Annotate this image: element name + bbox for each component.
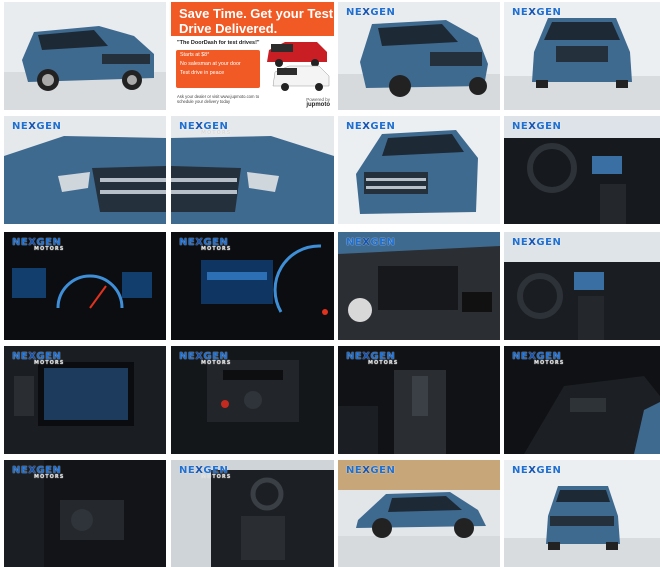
car-photo-image — [504, 2, 660, 110]
nexgen-logo: NEXGEN — [512, 7, 562, 18]
nexgen-logo: NEXGEN — [12, 121, 62, 132]
nexgen-logo: NEXGEN MOTORS — [12, 465, 65, 480]
nexgen-logo: NEXGEN MOTORS — [179, 121, 232, 136]
truck-image — [267, 42, 330, 91]
nexgen-logo: NEXGEN MOTORS — [512, 351, 565, 366]
nexgen-logo: NEXGEN — [512, 121, 562, 132]
nexgen-logo: NEXGEN — [346, 237, 396, 248]
nexgen-logo: NEXGEN — [346, 121, 396, 132]
car-photo-image — [338, 2, 500, 110]
photo-center-console[interactable]: NEXGEN MOTORS — [171, 346, 334, 454]
photo-infotainment-screen[interactable]: NEXGEN MOTORS — [4, 346, 166, 454]
photo-front-angle[interactable]: NEXGEN — [338, 2, 500, 110]
car-photo-image — [338, 116, 500, 224]
nexgen-logo: NEXGEN MOTORS — [179, 465, 232, 480]
ad-bullet: No salesman at your door — [180, 61, 241, 67]
photo-gallery: Save Time. Get your Test Drive Delivered… — [0, 0, 660, 567]
nexgen-logo: NEXGEN — [346, 7, 396, 18]
photo-gear-shifter[interactable]: NEXGEN MOTORS — [338, 346, 500, 454]
ad-headline: Save Time. Get your Test Drive Delivered… — [179, 6, 334, 36]
nexgen-logo: NEXGEN MOTORS — [12, 237, 65, 252]
ad-bullet: Starts at $8* — [180, 52, 210, 58]
photo-front-three-quarter[interactable] — [4, 2, 166, 110]
car-photo-image — [504, 460, 660, 567]
nexgen-logo: NEXGEN — [346, 465, 396, 476]
photo-cabin-wide[interactable]: NEXGEN — [504, 232, 660, 340]
car-photo-image — [504, 116, 660, 224]
car-photo-image — [338, 232, 500, 340]
car-photo-image — [4, 2, 166, 110]
nexgen-logo: NEXGEN — [512, 465, 562, 476]
ad-bullet: Test drive in peace — [180, 70, 225, 76]
photo-rear-view[interactable]: NEXGEN — [504, 460, 660, 567]
car-photo-image — [4, 116, 166, 224]
car-photo-image — [338, 460, 500, 567]
photo-engine-bay[interactable]: NEXGEN — [338, 232, 500, 340]
photo-side-profile[interactable]: NEXGEN — [338, 460, 500, 567]
photo-door-panel[interactable]: NEXGEN MOTORS — [504, 346, 660, 454]
photo-driver-seat[interactable]: NEXGEN MOTORS — [171, 460, 334, 567]
nexgen-logo: NEXGEN MOTORS — [179, 351, 232, 366]
car-photo-image — [504, 232, 660, 340]
nexgen-logo: NEXGEN — [512, 237, 562, 248]
nexgen-logo: NEXGEN MOTORS — [346, 351, 399, 366]
photo-headlight-left[interactable]: NEXGEN — [4, 116, 166, 224]
ad-footer-text: Ask your dealer or visit www.jupmoto.com… — [177, 94, 260, 104]
photo-odometer[interactable]: NEXGEN MOTORS — [171, 232, 334, 340]
photo-headlight-switch[interactable]: NEXGEN MOTORS — [4, 460, 166, 567]
nexgen-logo: NEXGEN MOTORS — [179, 237, 232, 252]
photo-instrument-cluster[interactable]: NEXGEN MOTORS — [4, 232, 166, 340]
photo-dashboard-interior[interactable]: NEXGEN — [504, 116, 660, 224]
ad-powered-by: Powered by jupmoto — [306, 97, 330, 108]
photo-front-straight[interactable]: NEXGEN — [504, 2, 660, 110]
ad-brand-name: jupmoto — [306, 102, 330, 108]
photo-front-grille[interactable]: NEXGEN — [338, 116, 500, 224]
ad-bullet-list: Starts at $8* No salesman at your door T… — [176, 50, 260, 88]
ad-banner-test-drive[interactable]: Save Time. Get your Test Drive Delivered… — [171, 2, 334, 110]
nexgen-logo: NEXGEN MOTORS — [12, 351, 65, 366]
ad-tagline: "The DoorDash for test drives!" — [177, 40, 260, 46]
photo-headlight-right[interactable]: NEXGEN MOTORS — [171, 116, 334, 224]
